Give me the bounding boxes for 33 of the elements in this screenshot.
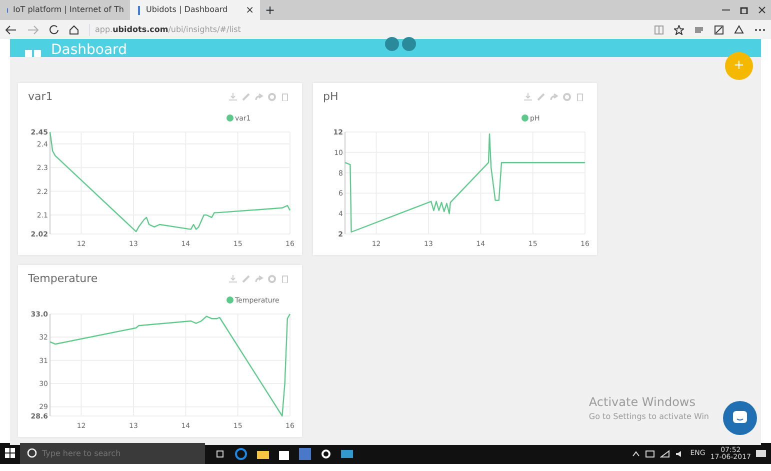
- activation-title: Activate Windows: [588, 394, 696, 411]
- reading-view-icon[interactable]: [654, 24, 664, 34]
- browser-icon[interactable]: [235, 448, 247, 460]
- chevron-up-icon[interactable]: [632, 450, 640, 456]
- widget-title: Temperature: [28, 271, 98, 287]
- new-tab-button[interactable]: +: [265, 1, 276, 19]
- page-icon: [6, 6, 10, 14]
- restore-icon[interactable]: [740, 6, 748, 14]
- close-tab-button[interactable]: ×: [246, 2, 254, 18]
- search-icon: [27, 448, 37, 458]
- dashboard-icon: [25, 49, 41, 57]
- close-icon[interactable]: [758, 6, 766, 14]
- search-field[interactable]: Type here to search: [20, 443, 205, 464]
- browser-tab[interactable]: Ubidots | Dashboard ×: [130, 0, 260, 20]
- home-icon[interactable]: [69, 24, 79, 34]
- task-view-icon[interactable]: [215, 450, 225, 458]
- widget-title: pH: [323, 89, 338, 105]
- folder-icon[interactable]: [257, 448, 269, 458]
- windows-icon[interactable]: [5, 448, 15, 458]
- menu-icon[interactable]: [694, 24, 704, 34]
- address-field[interactable]: app.ubidots.com/ubi/insights/#/list: [89, 24, 241, 36]
- star-icon[interactable]: [674, 24, 684, 34]
- window-icon[interactable]: [341, 448, 353, 458]
- chat-icon: [732, 410, 748, 426]
- widget-title: var1: [28, 89, 53, 105]
- chat-button[interactable]: [723, 401, 757, 435]
- browser-tab[interactable]: IoT platform | Internet of Th: [0, 0, 130, 20]
- page-title: Dashboard: [51, 43, 127, 57]
- activation-text: Go to Settings to activate Win: [588, 411, 709, 423]
- refresh-icon[interactable]: [49, 24, 59, 34]
- note-icon[interactable]: [714, 24, 724, 34]
- app-icon[interactable]: [299, 448, 311, 460]
- back-icon[interactable]: [5, 24, 17, 34]
